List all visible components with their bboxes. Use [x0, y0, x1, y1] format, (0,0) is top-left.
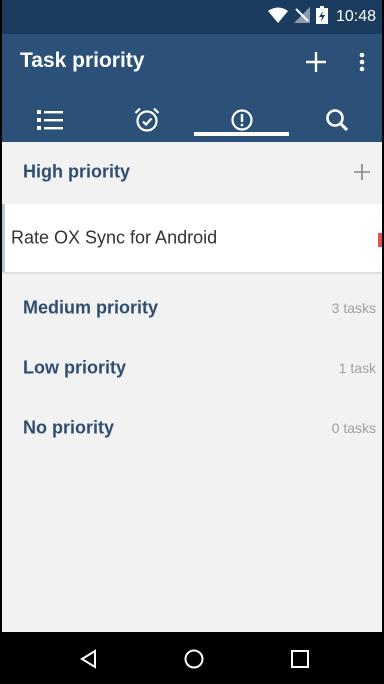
- recents-icon: [291, 650, 309, 668]
- back-icon: [80, 649, 96, 669]
- add-task-button[interactable]: [300, 46, 332, 78]
- section-low-priority[interactable]: Low priority 1 task: [2, 338, 382, 398]
- status-time: 10:48: [335, 8, 376, 25]
- plus-icon: [354, 164, 370, 180]
- status-bar: 10:48: [2, 0, 382, 34]
- task-count: 1 task: [338, 360, 376, 376]
- more-vert-icon: [359, 52, 365, 72]
- selected-tab-indicator: [194, 132, 289, 136]
- task-item[interactable]: Rate OX Sync for Android: [2, 204, 382, 272]
- recents-button[interactable]: [285, 644, 315, 674]
- priority-marker: [378, 233, 382, 247]
- section-label: Medium priority: [23, 297, 159, 318]
- tab-search[interactable]: [289, 98, 382, 142]
- section-label: High priority: [23, 161, 130, 182]
- app-screen: 10:48 Task priority High priority Rate O…: [2, 0, 382, 684]
- wifi-icon: [267, 7, 288, 28]
- page-title: Task priority: [20, 49, 145, 72]
- task-title: Rate OX Sync for Android: [11, 227, 218, 248]
- app-bar: Task priority: [2, 34, 382, 142]
- task-count: 0 tasks: [331, 420, 376, 436]
- section-medium-priority[interactable]: Medium priority 3 tasks: [2, 278, 382, 338]
- task-count: 3 tasks: [331, 300, 376, 316]
- plus-icon: [306, 52, 326, 72]
- tab-reminders[interactable]: [99, 98, 194, 142]
- no-signal-icon: [293, 6, 310, 28]
- section-high-priority[interactable]: High priority: [2, 142, 382, 202]
- section-no-priority[interactable]: No priority 0 tasks: [2, 398, 382, 458]
- home-button[interactable]: [179, 644, 209, 674]
- home-icon: [184, 649, 204, 669]
- status-icons: 10:48: [267, 5, 376, 29]
- back-button[interactable]: [74, 644, 104, 674]
- section-label: No priority: [23, 417, 115, 438]
- tab-list[interactable]: [2, 98, 97, 142]
- navigation-bar: [2, 632, 382, 684]
- tab-bar: [2, 98, 382, 142]
- battery-charging-icon: [315, 5, 328, 29]
- section-label: Low priority: [23, 357, 126, 378]
- alarm-clock-icon: [134, 107, 159, 132]
- search-icon: [325, 109, 348, 132]
- add-high-priority-button[interactable]: [350, 160, 374, 184]
- priority-icon: [230, 109, 253, 131]
- list-icon: [36, 110, 63, 130]
- overflow-menu-button[interactable]: [346, 46, 378, 78]
